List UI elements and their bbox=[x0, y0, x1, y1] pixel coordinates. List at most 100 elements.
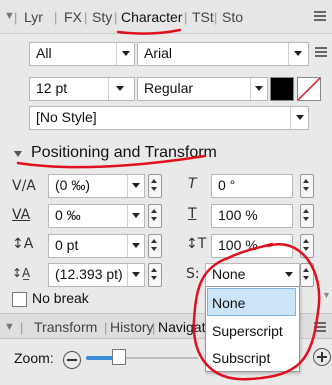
font-family-value: Arial bbox=[144, 45, 173, 61]
dropdown-divider bbox=[127, 205, 128, 227]
menu-item-subscript[interactable]: Subscript bbox=[212, 350, 270, 366]
chevron-down-icon bbox=[296, 115, 304, 120]
leading-stepper[interactable] bbox=[148, 263, 162, 287]
font-style-value: Regular bbox=[144, 80, 194, 96]
font-family-select[interactable]: Arial bbox=[137, 42, 309, 66]
horizontal-scale-icon: T bbox=[188, 206, 197, 222]
baseline-shift-icon: ↕A bbox=[12, 236, 34, 252]
position-dropdown-menu: None Superscript Subscript bbox=[205, 286, 300, 372]
leading-icon: ↕A̲ bbox=[12, 266, 31, 280]
position-value: None bbox=[212, 266, 246, 282]
dropdown-divider bbox=[108, 78, 109, 100]
tab-separator: | bbox=[54, 10, 58, 25]
rotation-value: 0 ° bbox=[218, 177, 236, 193]
tab-separator: | bbox=[114, 10, 118, 25]
kerning-stepper[interactable] bbox=[148, 204, 162, 228]
font-collection-value: All bbox=[36, 45, 52, 61]
chevron-down-icon bbox=[132, 243, 140, 248]
zoom-slider-track[interactable] bbox=[118, 357, 198, 359]
tab-styles[interactable]: Sty bbox=[92, 9, 112, 25]
font-collection-select[interactable]: All bbox=[29, 42, 135, 66]
fill-color-well[interactable] bbox=[270, 77, 294, 101]
chevron-down-icon bbox=[132, 213, 140, 218]
vertical-scale-value: 100 % bbox=[218, 237, 258, 253]
section-expand-icon[interactable] bbox=[14, 151, 22, 157]
chevron-down-icon bbox=[294, 51, 302, 56]
tab-separator: | bbox=[104, 320, 108, 335]
zoom-in-button[interactable] bbox=[313, 348, 331, 366]
baseline-shift-field[interactable]: 0 pt bbox=[48, 234, 145, 258]
dropdown-divider bbox=[250, 78, 251, 100]
no-break-checkbox[interactable] bbox=[12, 292, 27, 307]
panel-tab-bar: ▼ | Lyr | FX | Sty | Character | TSt | S… bbox=[0, 0, 332, 34]
chevron-down-icon bbox=[116, 86, 124, 91]
zoom-slider-handle[interactable] bbox=[112, 349, 126, 365]
horizontal-scale-value: 100 % bbox=[218, 207, 258, 223]
panel-menu-icon[interactable] bbox=[314, 320, 326, 332]
zoom-label: Zoom: bbox=[14, 350, 54, 366]
font-size-select[interactable]: 12 pt bbox=[29, 77, 135, 101]
kerning-value: 0 ‰ bbox=[55, 207, 81, 223]
tab-character[interactable]: Character bbox=[121, 9, 182, 25]
menu-item-none[interactable]: None bbox=[212, 295, 245, 311]
tab-separator: | bbox=[214, 10, 218, 25]
rotation-field[interactable]: 0 ° bbox=[211, 174, 293, 198]
vertical-scale-field[interactable]: 100 % bbox=[211, 234, 293, 258]
tab-transform[interactable]: Transform bbox=[34, 319, 97, 335]
tab-layers[interactable]: Lyr bbox=[24, 9, 43, 25]
rotation-stepper[interactable] bbox=[300, 174, 314, 198]
tab-stock[interactable]: Sto bbox=[222, 9, 243, 25]
leading-value: (12.393 pt) bbox=[55, 266, 123, 282]
scroll-down-arrow-icon[interactable]: ▼ bbox=[322, 290, 331, 300]
tab-separator: | bbox=[184, 10, 188, 25]
baseline-rotation-icon: T bbox=[188, 176, 197, 192]
position-select[interactable]: None bbox=[205, 263, 300, 287]
text-style-select[interactable]: [No Style] bbox=[29, 106, 309, 130]
kerning-icon: VA bbox=[12, 207, 31, 223]
chevron-down-icon bbox=[132, 272, 140, 277]
menu-item-superscript[interactable]: Superscript bbox=[212, 323, 283, 339]
background-color-well[interactable] bbox=[297, 77, 321, 101]
dropdown-divider bbox=[127, 175, 128, 197]
collapse-arrow-icon[interactable]: ▼ bbox=[4, 321, 15, 333]
position-icon: S: bbox=[186, 266, 200, 282]
section-title[interactable]: Positioning and Transform bbox=[31, 144, 217, 162]
kerning-field[interactable]: 0 ‰ bbox=[48, 204, 145, 228]
tracking-stepper[interactable] bbox=[148, 174, 162, 198]
horizontal-scale-stepper[interactable] bbox=[300, 204, 314, 228]
vertical-scale-icon: ↕T bbox=[186, 236, 207, 252]
dropdown-divider bbox=[127, 235, 128, 257]
tab-separator: | bbox=[152, 320, 156, 335]
tab-text-styles[interactable]: TSt bbox=[192, 9, 214, 25]
dropdown-divider bbox=[127, 264, 128, 286]
baseline-shift-stepper[interactable] bbox=[148, 234, 162, 258]
dropdown-divider bbox=[288, 43, 289, 65]
tab-separator: | bbox=[84, 10, 88, 25]
dropdown-divider bbox=[116, 43, 117, 65]
chevron-down-icon bbox=[122, 51, 130, 56]
tracking-icon: V/A bbox=[12, 178, 36, 194]
panel-menu-icon[interactable] bbox=[315, 45, 327, 57]
baseline-shift-value: 0 pt bbox=[55, 237, 79, 253]
tracking-value: (0 ‰) bbox=[55, 177, 90, 193]
horizontal-scale-field[interactable]: 100 % bbox=[211, 204, 293, 228]
chevron-down-icon bbox=[255, 86, 263, 91]
vertical-scale-stepper[interactable] bbox=[300, 234, 314, 258]
panel-menu-icon[interactable] bbox=[314, 9, 326, 21]
zoom-out-button[interactable] bbox=[63, 351, 81, 369]
chevron-down-icon bbox=[285, 272, 293, 277]
leading-field[interactable]: (12.393 pt) bbox=[48, 263, 145, 287]
no-color-slash-icon bbox=[298, 78, 320, 100]
text-style-value: [No Style] bbox=[36, 109, 97, 125]
font-style-select[interactable]: Regular bbox=[137, 77, 268, 101]
position-stepper[interactable] bbox=[300, 263, 314, 287]
chevron-down-icon bbox=[132, 183, 140, 188]
tab-history[interactable]: History bbox=[110, 319, 154, 335]
tab-separator: | bbox=[14, 10, 18, 25]
tab-separator: | bbox=[20, 320, 24, 335]
dropdown-divider bbox=[290, 107, 291, 129]
tab-effects[interactable]: FX bbox=[64, 9, 82, 25]
no-break-label: No break bbox=[32, 290, 89, 306]
tracking-field[interactable]: (0 ‰) bbox=[48, 174, 145, 198]
font-size-value: 12 pt bbox=[36, 80, 68, 96]
